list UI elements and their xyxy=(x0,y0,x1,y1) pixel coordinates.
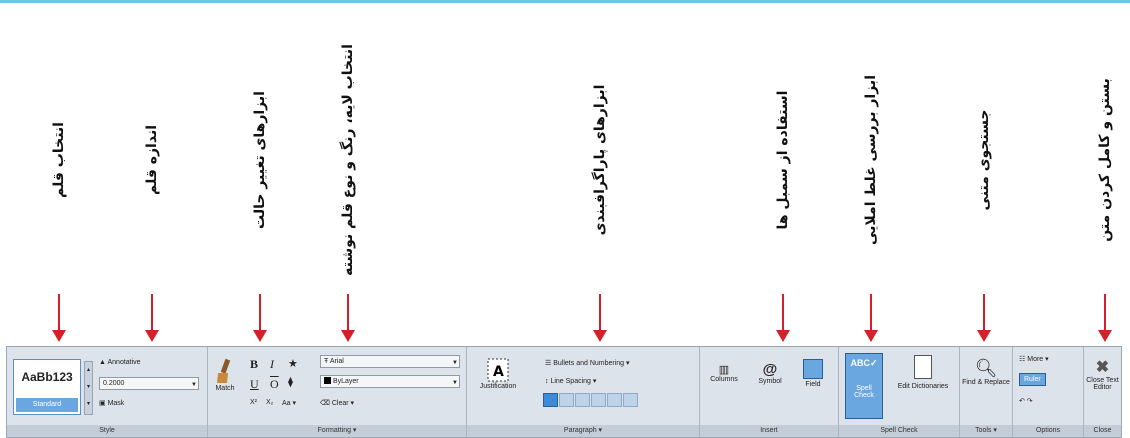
text-style-swatch[interactable]: AaBb123 Standard xyxy=(13,359,81,415)
annotative-icon: ▲ xyxy=(99,359,106,366)
caption-font-select: انتخاب قلم xyxy=(51,122,67,198)
caption-close-editor: بستن و کامل کردن متن xyxy=(1097,78,1113,242)
style-scroll-buttons[interactable]: ▴ ▾ ▾ xyxy=(84,361,93,415)
clear-button[interactable]: ⌫ Clear ▾ xyxy=(320,399,354,407)
caption-layer-color-font: انتخاب لایه، رنگ و نوع قلم نوشته xyxy=(340,44,356,276)
arrow-down-icon xyxy=(776,294,790,344)
bold-button[interactable]: B xyxy=(250,357,258,372)
paragraph-panel-label: Paragraph ▾ xyxy=(467,425,699,437)
insert-panel: ▥ Columns @ Symbol Field Insert xyxy=(700,347,839,437)
ruler-toggle[interactable]: Ruler xyxy=(1019,373,1046,386)
arrow-down-icon xyxy=(864,294,878,344)
more-icon: ☷ xyxy=(1019,356,1026,363)
oblique-icon[interactable]: ⧫ xyxy=(288,377,293,388)
justification-button[interactable]: A Justification xyxy=(471,357,525,390)
superscript-button[interactable]: X² xyxy=(250,399,257,406)
top-accent-line xyxy=(0,0,1130,3)
line-spacing-icon: ↕ xyxy=(545,378,549,385)
color-select[interactable]: ByLayer ▼ xyxy=(320,375,460,388)
align-distribute-icon[interactable] xyxy=(607,393,622,407)
caption-format-tools: ابزارهای تغییر حالت xyxy=(252,91,268,229)
align-spread-icon[interactable] xyxy=(623,393,638,407)
match-button[interactable]: Match xyxy=(210,357,240,392)
subscript-button[interactable]: X₂ xyxy=(266,399,273,406)
mask-button[interactable]: ▣ Mask xyxy=(99,399,124,407)
alignment-buttons xyxy=(543,393,638,412)
close-panel-label: Close xyxy=(1084,425,1121,437)
undo-redo-icons[interactable]: ↶ ↷ xyxy=(1019,397,1033,405)
align-center-icon[interactable] xyxy=(559,393,574,407)
paintbrush-icon xyxy=(217,358,231,383)
options-panel: ☷ More ▾ Ruler ↶ ↷ Options xyxy=(1013,347,1084,437)
bullets-numbering-button[interactable]: ☰ Bullets and Numbering ▾ xyxy=(545,359,630,367)
font-select[interactable]: Ŧ Arial ▼ xyxy=(320,355,460,368)
annotative-toggle[interactable]: ▲ Annotative xyxy=(99,359,141,366)
italic-button[interactable]: I xyxy=(270,357,274,372)
mask-icon: ▣ xyxy=(99,400,106,407)
close-text-editor-button[interactable]: ✖ Close Text Editor xyxy=(1084,357,1121,391)
field-button[interactable]: Field xyxy=(794,359,832,388)
align-right-icon[interactable] xyxy=(575,393,590,407)
arrow-down-icon xyxy=(341,294,355,344)
formatting-panel: Match B I ★ U O ⧫ X² X₂ Aa ▾ Ŧ Arial ▼ By… xyxy=(208,347,467,437)
svg-text:A: A xyxy=(493,364,504,380)
caption-spell-check: ابزار بررسی غلط املایی xyxy=(863,75,879,245)
paragraph-panel: A Justification ☰ Bullets and Numbering … xyxy=(467,347,700,437)
strikethrough-icon[interactable]: ★ xyxy=(288,357,298,370)
text-height-field[interactable]: 0.2000 ▼ xyxy=(99,377,199,390)
dictionary-icon xyxy=(914,355,932,379)
close-panel: ✖ Close Text Editor Close xyxy=(1084,347,1121,437)
formatting-panel-label: Formatting ▾ xyxy=(208,425,466,437)
close-icon: ✖ xyxy=(1095,359,1110,376)
arrow-down-icon xyxy=(52,294,66,344)
columns-button[interactable]: ▥ Columns xyxy=(702,363,746,383)
arrow-down-icon xyxy=(253,294,267,344)
spell-check-panel: ABC✓ Spell Check Edit Dictionaries Spell… xyxy=(839,347,960,437)
symbol-button[interactable]: @ Symbol xyxy=(750,361,790,385)
spell-check-button[interactable]: ABC✓ Spell Check xyxy=(845,353,883,419)
columns-icon: ▥ xyxy=(718,364,730,376)
change-case-button[interactable]: Aa ▾ xyxy=(282,399,296,407)
list-icon: ☰ xyxy=(545,360,552,367)
options-panel-label: Options xyxy=(1013,425,1083,437)
arrow-down-icon xyxy=(593,294,607,344)
underline-button[interactable]: U xyxy=(250,377,259,392)
edit-dictionaries-button[interactable]: Edit Dictionaries xyxy=(893,355,953,390)
overline-button[interactable]: O xyxy=(270,377,279,392)
align-left-icon[interactable] xyxy=(543,393,558,407)
field-icon xyxy=(803,359,823,379)
style-panel-label: Style xyxy=(7,425,207,437)
tools-panel-label: Tools ▾ xyxy=(960,425,1012,437)
spell-check-panel-label: Spell Check xyxy=(839,425,959,437)
caption-paragraph-tools: ابزارهای پاراگرافبندی xyxy=(592,84,608,236)
arrow-down-icon xyxy=(145,294,159,344)
insert-panel-label: Insert xyxy=(700,425,838,437)
align-justify-icon[interactable] xyxy=(591,393,606,407)
tools-panel: 🔍︎ Find & Replace Tools ▾ xyxy=(960,347,1013,437)
more-button[interactable]: ☷ More ▾ xyxy=(1019,355,1049,363)
justification-icon: A xyxy=(487,358,509,382)
style-panel: AaBb123 Standard ▴ ▾ ▾ ▲ Annotative 0.2000… xyxy=(7,347,208,437)
find-replace-button[interactable]: 🔍︎ Find & Replace xyxy=(962,357,1010,386)
truetype-icon: Ŧ xyxy=(324,358,329,365)
arrow-down-icon xyxy=(1098,294,1112,344)
magnifier-icon: 🔍︎ xyxy=(974,358,998,378)
arrow-down-icon xyxy=(977,294,991,344)
caption-text-search: جستجوی متنی xyxy=(976,109,992,211)
symbol-icon: @ xyxy=(762,361,778,378)
eraser-icon: ⌫ xyxy=(320,400,330,407)
caption-symbols: استفاده از سمبل ها xyxy=(775,90,791,230)
spell-check-icon: ABC✓ xyxy=(850,358,878,368)
caption-font-size: اندازه قلم xyxy=(144,125,160,195)
color-swatch-icon xyxy=(324,377,331,384)
text-editor-ribbon: AaBb123 Standard ▴ ▾ ▾ ▲ Annotative 0.2000… xyxy=(6,346,1122,438)
line-spacing-button[interactable]: ↕ Line Spacing ▾ xyxy=(545,377,596,385)
